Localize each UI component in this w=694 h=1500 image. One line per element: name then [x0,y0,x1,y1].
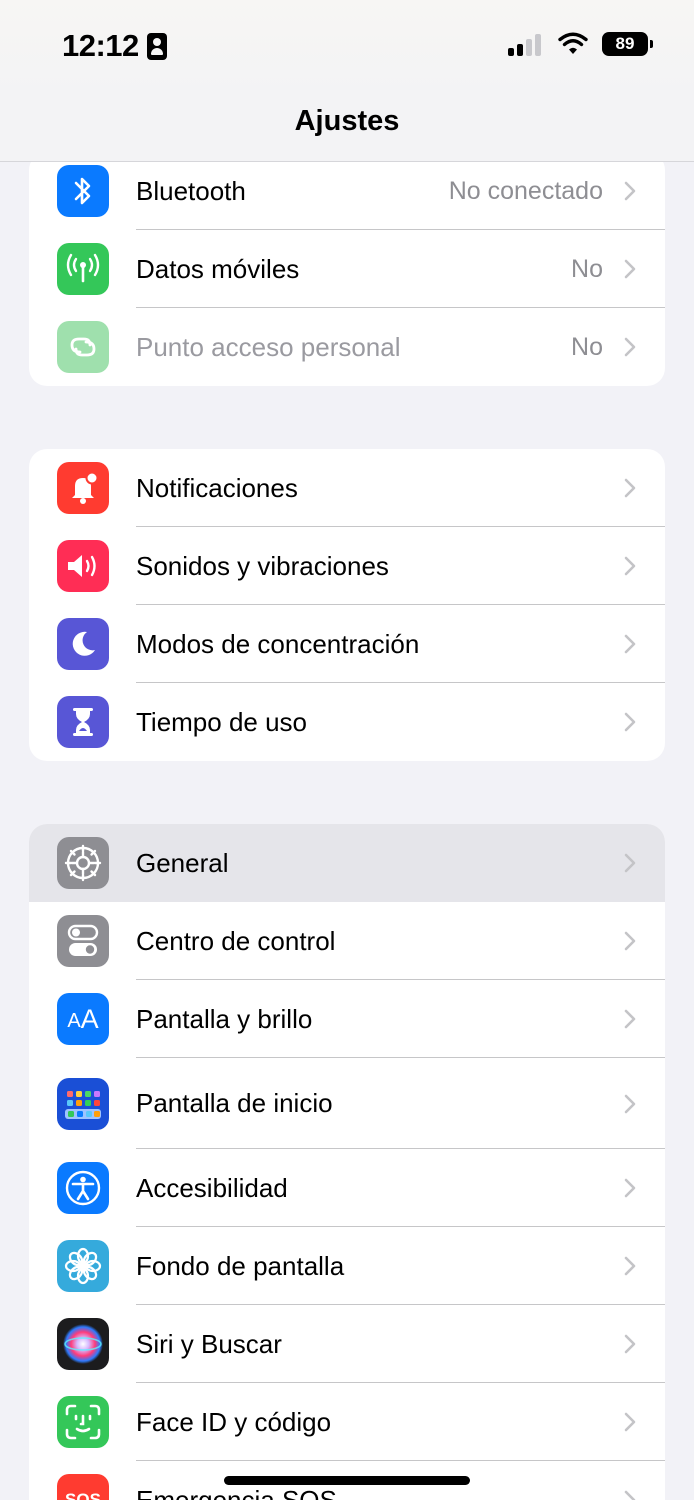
text-size-glyph-large: A [80,1003,99,1034]
status-clock: 12:12 [62,28,167,64]
row-sounds[interactable]: Sonidos y vibraciones [29,527,665,605]
chevron-right-icon [624,259,636,279]
row-label: Modos de concentración [136,628,420,659]
chevron-right-icon [624,1334,636,1354]
hourglass-icon [57,696,109,748]
bell-icon [57,462,109,514]
antenna-icon [57,243,109,295]
battery-level: 89 [615,34,635,53]
hotspot-link-icon [57,321,109,373]
row-label: Punto acceso personal [136,331,401,362]
battery-icon: 89 [602,32,653,56]
sos-glyph: SOS [65,1490,101,1500]
bluetooth-icon [57,165,109,217]
row-value: No [571,332,603,361]
row-label: Bluetooth [136,175,246,206]
chevron-right-icon [624,337,636,357]
text-size-glyph-small: A [67,1009,81,1032]
speaker-icon [57,540,109,592]
row-general[interactable]: General [29,824,665,902]
row-value: No [571,254,603,283]
connectivity-group: Bluetooth No conectado Datos móviles No … [29,152,665,386]
text-size-icon: AA [57,993,109,1045]
page-title: Ajustes [294,105,400,137]
row-label: Notificaciones [136,472,298,503]
row-label: Pantalla de inicio [136,1088,333,1118]
chevron-right-icon [624,1178,636,1198]
row-mobile-data[interactable]: Datos móviles No [29,230,665,308]
toggles-icon [57,915,109,967]
sos-icon: SOS [57,1474,109,1500]
row-siri[interactable]: Siri y Buscar [29,1305,665,1383]
row-screen-time[interactable]: Tiempo de uso [29,683,665,761]
chevron-right-icon [624,1256,636,1276]
home-grid-icon [57,1077,109,1130]
row-face-id[interactable]: Face ID y código [29,1383,665,1461]
chevron-right-icon [624,1009,636,1029]
row-label: Datos móviles [136,253,300,284]
row-control-center[interactable]: Centro de control [29,902,665,980]
row-display-brightness[interactable]: AA Pantalla y brillo [29,980,665,1058]
chevron-right-icon [624,1490,636,1500]
chevron-right-icon [624,556,636,576]
gear-icon [57,837,109,889]
row-label: Fondo de pantalla [136,1250,345,1281]
row-value: No conectado [448,176,603,205]
row-bluetooth[interactable]: Bluetooth No conectado [29,152,665,230]
row-label: Pantalla y brillo [136,1003,313,1034]
row-accessibility[interactable]: Accesibilidad [29,1149,665,1227]
row-label: Emergencia SOS [136,1484,337,1500]
status-bar: 12:12 89 [0,0,694,92]
flower-icon [57,1240,109,1292]
chevron-right-icon [624,478,636,498]
status-time: 12:12 [62,28,139,63]
face-id-icon [57,1396,109,1448]
moon-icon [57,618,109,670]
row-label: Accesibilidad [136,1172,288,1203]
contact-badge-icon [146,32,167,60]
row-label: Face ID y código [136,1406,332,1437]
row-label: Siri y Buscar [136,1328,282,1359]
wifi-icon [558,32,588,54]
general-group: General Centro de control AA Pantalla y … [29,824,665,1500]
row-notifications[interactable]: Notificaciones [29,449,665,527]
row-personal-hotspot[interactable]: Punto acceso personal No [29,308,665,386]
cellular-signal-icon [508,32,544,56]
chevron-right-icon [624,853,636,873]
row-label: Centro de control [136,925,336,956]
accessibility-icon [57,1162,109,1214]
settings-screen: Bluetooth No conectado Datos móviles No … [0,0,694,1500]
siri-icon [57,1318,109,1370]
chevron-right-icon [624,931,636,951]
notifications-group: Notificaciones Sonidos y vibraciones Mod… [29,449,665,761]
chevron-right-icon [624,634,636,654]
row-wallpaper[interactable]: Fondo de pantalla [29,1227,665,1305]
home-indicator[interactable] [224,1476,470,1485]
chevron-right-icon [624,1412,636,1432]
row-label: General [136,847,229,878]
row-home-screen[interactable]: Pantalla de inicio [29,1058,665,1149]
row-label: Sonidos y vibraciones [136,550,389,581]
chevron-right-icon [624,1094,636,1113]
navigation-bar: Ajustes [0,92,694,162]
row-focus[interactable]: Modos de concentración [29,605,665,683]
chevron-right-icon [624,181,636,201]
row-label: Tiempo de uso [136,706,308,737]
chevron-right-icon [624,712,636,732]
status-indicators: 89 [508,32,653,56]
